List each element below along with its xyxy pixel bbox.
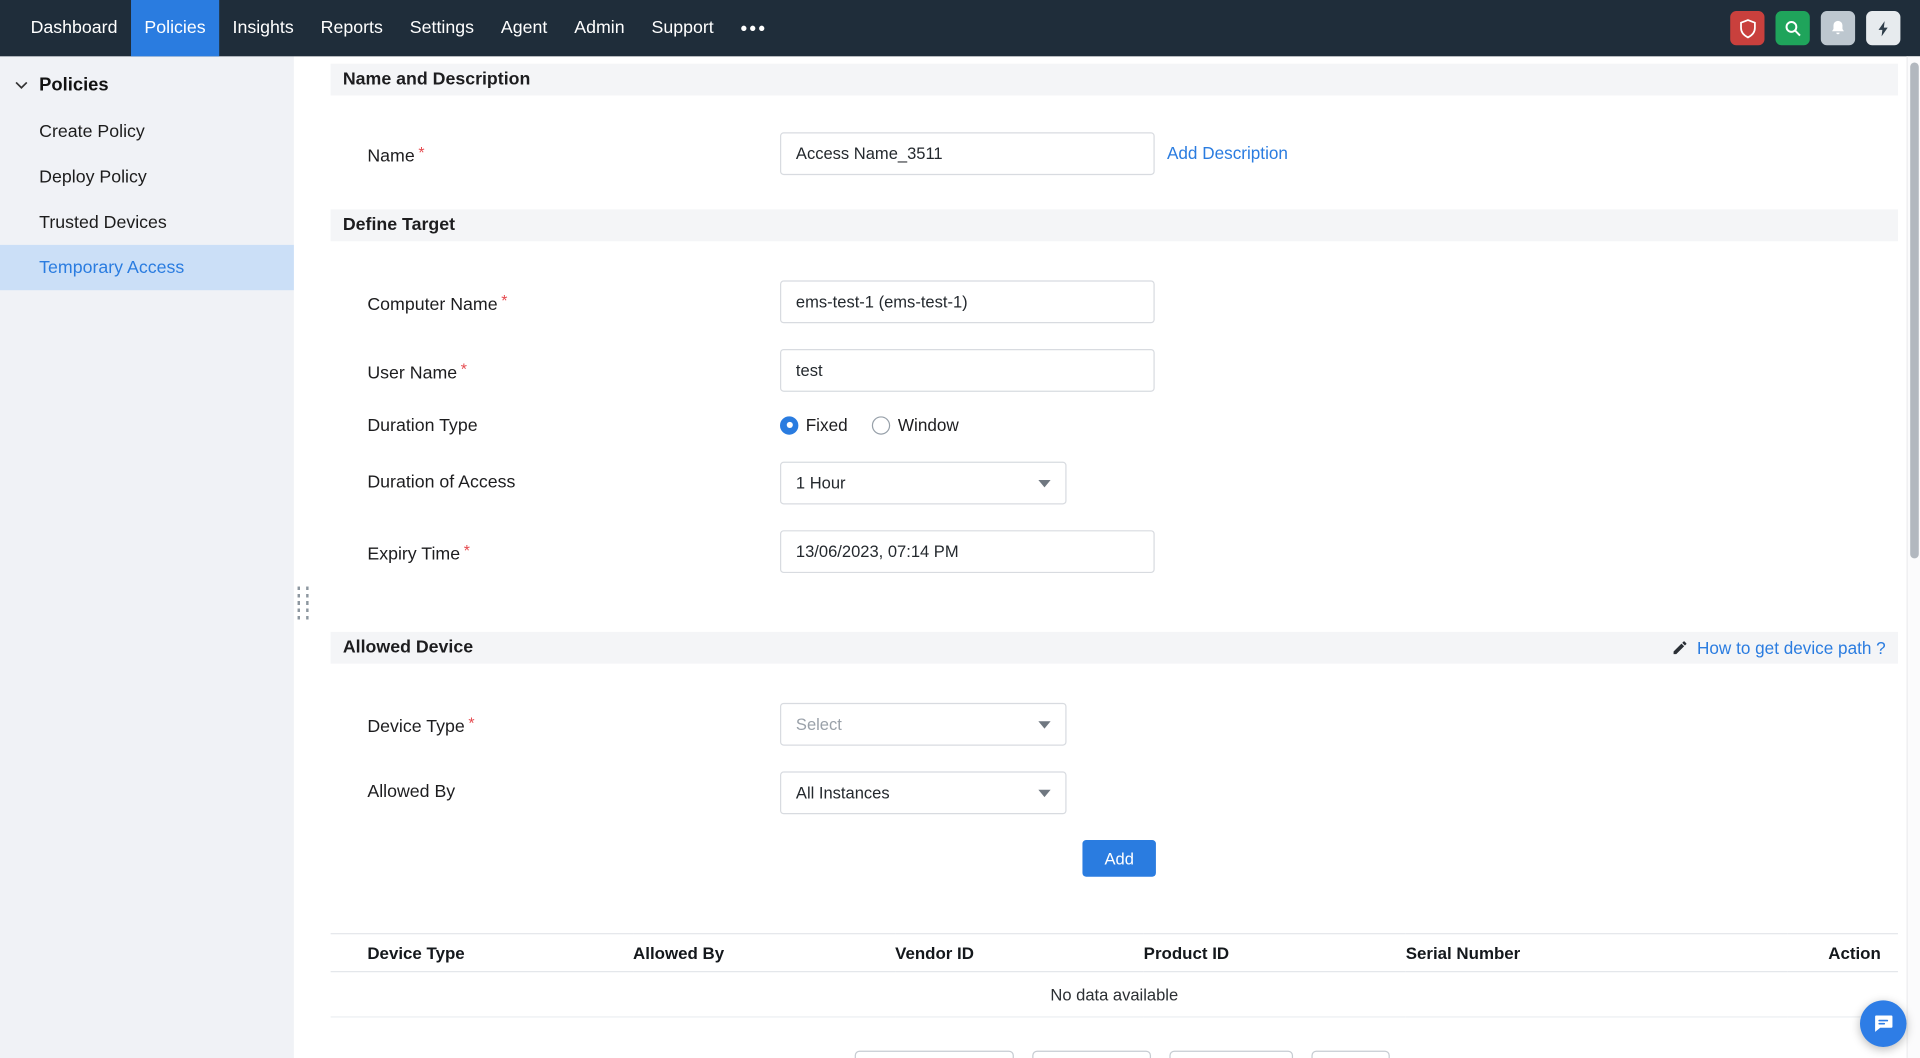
section-header-name-description: Name and Description <box>330 63 1898 96</box>
topnav-actions <box>1730 0 1920 56</box>
nav-item-admin[interactable]: Admin <box>561 0 638 56</box>
computer-name-input[interactable] <box>780 280 1155 324</box>
required-marker: * <box>418 143 425 162</box>
required-marker: * <box>468 713 475 733</box>
col-product-id: Product ID <box>1143 933 1406 973</box>
how-to-get-device-path-link[interactable]: How to get device path ? <box>1697 638 1886 658</box>
chevron-down-icon <box>15 81 28 90</box>
nav-item-dashboard[interactable]: Dashboard <box>17 0 131 56</box>
allowed-devices-table: Device Type Allowed By Vendor ID Product… <box>330 933 1898 1018</box>
footer-action-button-1[interactable] <box>854 1050 1014 1058</box>
section-header-define-target: Define Target <box>330 209 1898 242</box>
sidebar-item-temporary-access[interactable]: Temporary Access <box>0 244 294 291</box>
allowed-by-select[interactable]: All Instances <box>780 771 1067 815</box>
footer-action-button-3[interactable] <box>1169 1050 1294 1058</box>
footer-action-button-2[interactable] <box>1032 1050 1152 1058</box>
edit-note-icon <box>1671 639 1688 656</box>
footer-action-button-4[interactable] <box>1311 1050 1390 1058</box>
notifications-bell-icon[interactable] <box>1820 11 1856 46</box>
sidebar-item-trusted-devices[interactable]: Trusted Devices <box>0 200 294 245</box>
add-device-button[interactable]: Add <box>1082 840 1156 877</box>
nav-item-support[interactable]: Support <box>638 0 727 56</box>
nav-item-settings[interactable]: Settings <box>396 0 487 56</box>
name-input[interactable] <box>780 132 1155 176</box>
table-empty-message: No data available <box>330 971 1898 1018</box>
quick-actions-lightning-icon[interactable] <box>1866 11 1901 46</box>
sidebar-item-deploy-policy[interactable]: Deploy Policy <box>0 154 294 199</box>
device-path-help: How to get device path ? <box>1671 638 1886 658</box>
col-device-type: Device Type <box>330 933 634 973</box>
required-marker: * <box>460 360 468 379</box>
vertical-scrollbar[interactable] <box>1906 56 1920 1058</box>
required-marker: * <box>501 291 508 310</box>
panel-resize-handle[interactable] <box>297 586 309 620</box>
main-menu: Dashboard Policies Insights Reports Sett… <box>0 0 781 57</box>
nav-item-policies[interactable]: Policies <box>130 0 220 57</box>
duration-of-access-label: Duration of Access <box>367 472 516 493</box>
col-vendor-id: Vendor ID <box>895 933 1144 973</box>
duration-of-access-select[interactable]: 1 Hour <box>780 461 1067 505</box>
search-icon[interactable] <box>1775 11 1810 46</box>
section-title: Allowed Device <box>342 637 474 658</box>
more-menu-icon[interactable]: ••• <box>727 0 781 56</box>
section-title: Define Target <box>342 215 456 236</box>
add-description-link[interactable]: Add Description <box>1167 143 1288 163</box>
radio-window-label: Window <box>897 415 959 435</box>
required-marker: * <box>463 541 470 560</box>
expiry-time-label: Expiry Time * <box>367 541 470 565</box>
nav-item-agent[interactable]: Agent <box>487 0 560 56</box>
sidebar-item-create-policy[interactable]: Create Policy <box>0 109 294 154</box>
chat-bubble-icon <box>1871 1011 1895 1035</box>
user-name-label: User Name * <box>367 360 468 384</box>
radio-fixed[interactable]: Fixed <box>780 415 848 435</box>
section-title: Name and Description <box>342 69 531 90</box>
allowed-by-label: Allowed By <box>367 782 456 803</box>
nav-item-reports[interactable]: Reports <box>307 0 396 56</box>
chat-widget-button[interactable] <box>1860 1000 1907 1047</box>
chevron-down-icon <box>1038 479 1051 487</box>
scrollbar-thumb[interactable] <box>1910 62 1919 559</box>
section-header-allowed-device: Allowed Device How to get device path ? <box>330 631 1898 664</box>
radio-window[interactable]: Window <box>872 415 959 435</box>
nav-item-insights[interactable]: Insights <box>219 0 307 56</box>
radio-fixed-label: Fixed <box>805 415 848 435</box>
col-serial-number: Serial Number <box>1405 933 1788 973</box>
computer-name-label: Computer Name * <box>367 291 508 315</box>
col-action: Action <box>1787 933 1898 973</box>
sidebar: Policies Create Policy Deploy Policy Tru… <box>0 56 294 1058</box>
table-header-row: Device Type Allowed By Vendor ID Product… <box>330 933 1898 973</box>
chevron-down-icon <box>1038 720 1051 728</box>
radio-dot-icon <box>872 415 891 435</box>
duration-type-radio-group: Fixed Window <box>780 415 959 435</box>
chevron-down-icon <box>1038 789 1051 797</box>
name-label: Name * <box>367 143 425 167</box>
main-content: Name and Description Name* Add Descripti… <box>293 56 1907 1058</box>
user-name-input[interactable] <box>780 348 1155 392</box>
table-empty-row: No data available <box>330 971 1898 1018</box>
security-shield-icon[interactable] <box>1730 11 1765 46</box>
top-navigation: Dashboard Policies Insights Reports Sett… <box>0 0 1920 57</box>
sidebar-section-policies[interactable]: Policies <box>0 56 294 109</box>
expiry-time-input[interactable] <box>780 530 1155 574</box>
col-allowed-by: Allowed By <box>633 933 896 973</box>
duration-type-label: Duration Type <box>367 416 478 436</box>
device-type-label: Device Type * <box>367 713 475 738</box>
app-window: Dashboard Policies Insights Reports Sett… <box>0 0 1920 1058</box>
sidebar-section-label: Policies <box>39 74 109 96</box>
radio-dot-icon <box>780 415 799 435</box>
device-type-select[interactable]: Select <box>780 702 1067 746</box>
